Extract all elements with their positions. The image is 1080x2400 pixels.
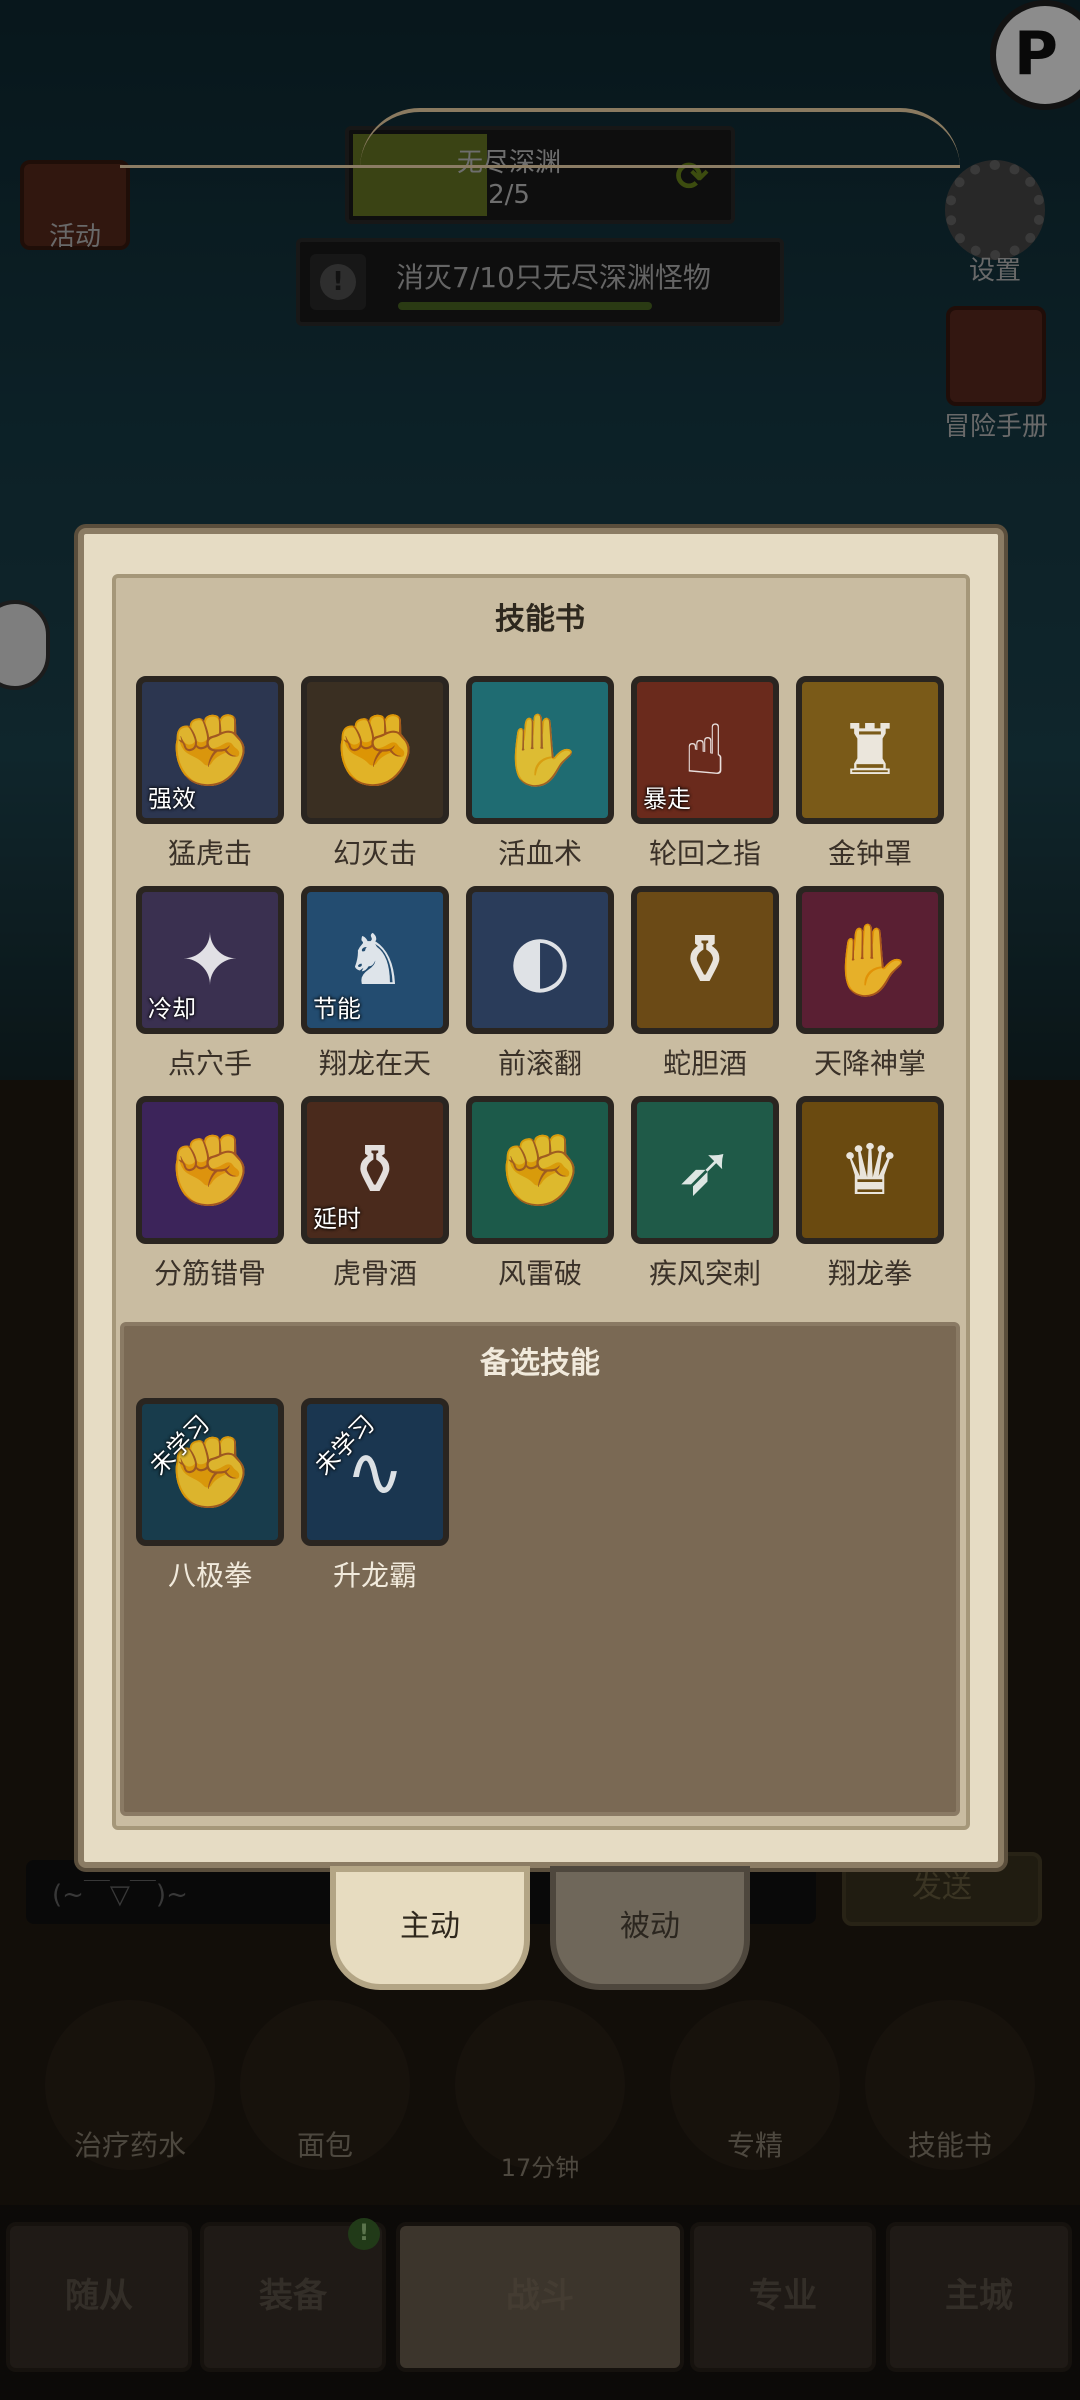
skill-slot[interactable]: ♞ 节能翔龙在天 (301, 886, 449, 1082)
skill-name: 翔龙拳 (827, 1257, 912, 1290)
skill-tag: 强效 (148, 785, 196, 813)
skill-name: 天降神掌 (813, 1047, 926, 1080)
skill-slot[interactable]: ✊ 分筋错骨 (136, 1096, 284, 1292)
dragon-icon[interactable]: ♞ 节能 (301, 886, 449, 1034)
skill-slot[interactable]: ✊ 强效猛虎击 (136, 676, 284, 872)
dash-icon[interactable]: ➶ (631, 1096, 779, 1244)
dash-icon-glyph: ➶ (675, 1129, 735, 1211)
flame-finger-icon[interactable]: ☝ 暴走 (631, 676, 779, 824)
thunder-fist-icon[interactable]: ✊ (466, 1096, 614, 1244)
skill-name: 猛虎击 (167, 837, 252, 870)
skill-tag: 延时 (313, 1205, 361, 1233)
roll-icon[interactable]: ◐ (466, 886, 614, 1034)
skill-slot[interactable]: ➶ 疾风突刺 (631, 1096, 779, 1292)
skill-name: 翔龙在天 (318, 1047, 431, 1080)
skill-name: 分筋错骨 (153, 1257, 266, 1290)
fist-icon[interactable]: ✊ 强效 (136, 676, 284, 824)
skill-name: 活血术 (497, 837, 582, 870)
skill-slot[interactable]: ⚱ 蛇胆酒 (631, 886, 779, 1082)
skill-name: 蛇胆酒 (662, 1047, 747, 1080)
twisting-hands-icon[interactable]: ✊ (136, 1096, 284, 1244)
skill-name: 幻灭击 (332, 837, 417, 870)
skill-slot[interactable]: ✊ 幻灭击 (301, 676, 449, 872)
skill-name: 点穴手 (167, 1047, 252, 1080)
skill-slot[interactable]: ∿ 未学习升龙霸 (301, 1398, 449, 1594)
alternate-skills-title: 备选技能 (480, 1346, 600, 1381)
bagua-fist-icon[interactable]: ✊ 未学习 (136, 1398, 284, 1546)
skill-name: 疾风突刺 (648, 1257, 761, 1290)
glowing-hand-icon-glyph: ✋ (496, 708, 584, 791)
skill-slot[interactable]: ✋ 活血术 (466, 676, 614, 872)
glowing-hand-icon[interactable]: ✋ (466, 676, 614, 824)
skill-slot[interactable]: ✊ 风雷破 (466, 1096, 614, 1292)
skill-slot[interactable]: ♛ 翔龙拳 (796, 1096, 944, 1292)
skill-name: 风雷破 (497, 1257, 582, 1290)
skill-slot[interactable]: ✋ 天降神掌 (796, 886, 944, 1082)
panel-title: 技能书 (495, 602, 585, 637)
thunder-fist-icon-glyph: ✊ (496, 1128, 584, 1211)
golden-bell-icon-glyph: ♜ (838, 709, 902, 791)
title-arc-decoration (360, 108, 960, 168)
pressure-point-icon[interactable]: ✦ 冷却 (136, 886, 284, 1034)
divine-palm-icon[interactable]: ✋ (796, 886, 944, 1034)
skill-name: 虎骨酒 (332, 1257, 417, 1290)
skill-name: 升龙霸 (332, 1559, 417, 1592)
skill-tag: 暴走 (643, 785, 691, 813)
skill-slot[interactable]: ☝ 暴走轮回之指 (631, 676, 779, 872)
skill-slot[interactable]: ✊ 未学习八极拳 (136, 1398, 284, 1594)
tiger-wine-icon[interactable]: ⚱ 延时 (301, 1096, 449, 1244)
dragon-fist-icon-glyph: ♛ (838, 1129, 902, 1211)
roll-icon-glyph: ◐ (509, 919, 571, 1001)
skill-slot[interactable]: ⚱ 延时虎骨酒 (301, 1096, 449, 1292)
title-banner (120, 68, 960, 168)
skill-name: 金钟罩 (827, 837, 912, 870)
rising-dragon-icon[interactable]: ∿ 未学习 (301, 1398, 449, 1546)
tab-active-skills[interactable]: 主动 (330, 1866, 530, 1990)
skill-name: 轮回之指 (648, 837, 761, 870)
wine-vessel-icon-glyph: ⚱ (675, 919, 735, 1001)
skill-tag: 节能 (313, 995, 361, 1023)
golden-bell-icon[interactable]: ♜ (796, 676, 944, 824)
wine-vessel-icon[interactable]: ⚱ (631, 886, 779, 1034)
divine-palm-icon-glyph: ✋ (826, 918, 914, 1001)
skill-slot[interactable]: ✦ 冷却点穴手 (136, 886, 284, 1082)
skill-name: 前滚翻 (497, 1047, 582, 1080)
twisting-hands-icon-glyph: ✊ (166, 1128, 254, 1211)
dark-fist-icon-glyph: ✊ (331, 708, 419, 791)
skill-slot[interactable]: ◐ 前滚翻 (466, 886, 614, 1082)
skill-name: 八极拳 (167, 1559, 252, 1592)
skill-tag: 冷却 (148, 995, 196, 1023)
tab-passive-skills[interactable]: 被动 (550, 1866, 750, 1990)
dark-fist-icon[interactable]: ✊ (301, 676, 449, 824)
skill-slot[interactable]: ♜ 金钟罩 (796, 676, 944, 872)
dragon-fist-icon[interactable]: ♛ (796, 1096, 944, 1244)
